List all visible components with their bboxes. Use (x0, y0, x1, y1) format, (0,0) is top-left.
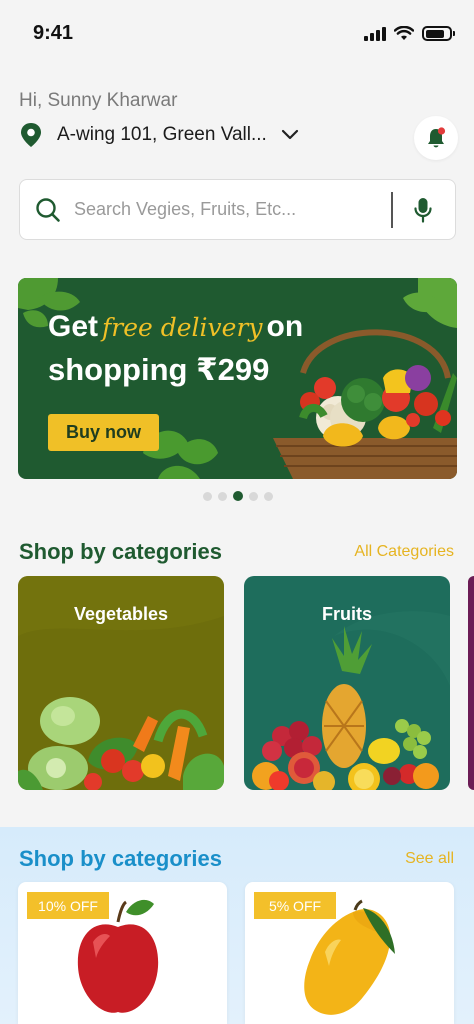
promo-banner[interactable]: Get free delivery on shopping ₹299 Buy now (18, 278, 457, 479)
offers-section-title: Shop by categories (19, 846, 222, 871)
cellular-signal-icon (364, 26, 386, 41)
carousel-indicator (203, 491, 273, 501)
carousel-dot-active[interactable] (233, 491, 243, 501)
see-all-link[interactable]: See all (405, 850, 454, 868)
wifi-icon (394, 26, 414, 40)
carousel-dot[interactable] (218, 491, 227, 501)
category-label: Fruits (321, 604, 372, 624)
notification-button[interactable] (414, 116, 458, 160)
banner-accent-text: free delivery (102, 313, 263, 342)
search-icon (22, 197, 74, 223)
address-text: A-wing 101, Green Vall... (57, 124, 267, 145)
search-input[interactable] (74, 199, 391, 220)
location-pin-icon (21, 123, 41, 147)
voice-search-button[interactable] (405, 196, 441, 224)
search-bar (19, 179, 456, 240)
category-label: Vegetables (73, 604, 169, 624)
banner-subheadline: shopping ₹299 (48, 352, 270, 387)
buy-now-button[interactable]: Buy now (48, 414, 159, 451)
discount-badge: 5% OFF (254, 892, 336, 919)
product-card-mango[interactable]: 5% OFF (245, 882, 454, 1024)
carousel-dot[interactable] (203, 491, 212, 501)
notification-bell-icon (428, 127, 446, 148)
search-divider (391, 191, 393, 228)
battery-icon (422, 26, 455, 41)
location-selector[interactable]: A-wing 101, Green Vall... (19, 122, 299, 148)
discount-badge: 10% OFF (27, 892, 109, 919)
carousel-dot[interactable] (264, 491, 273, 501)
greeting-text: Hi, Sunny Kharwar (19, 90, 178, 111)
all-categories-link[interactable]: All Categories (354, 543, 454, 561)
status-bar: 9:41 (0, 0, 474, 64)
carousel-dot[interactable] (249, 491, 258, 501)
banner-headline: Get free delivery on (48, 310, 304, 343)
category-card-partial[interactable] (468, 576, 474, 790)
category-card-fruits[interactable]: Fruits (244, 576, 450, 790)
categories-section-title: Shop by categories (19, 539, 222, 564)
chevron-down-icon (281, 129, 298, 140)
status-time: 9:41 (33, 22, 74, 44)
microphone-icon (414, 197, 432, 223)
category-card-vegetables[interactable]: Vegetables (18, 576, 224, 790)
status-icons (364, 26, 455, 41)
product-card-apple[interactable]: 10% OFF (18, 882, 227, 1024)
